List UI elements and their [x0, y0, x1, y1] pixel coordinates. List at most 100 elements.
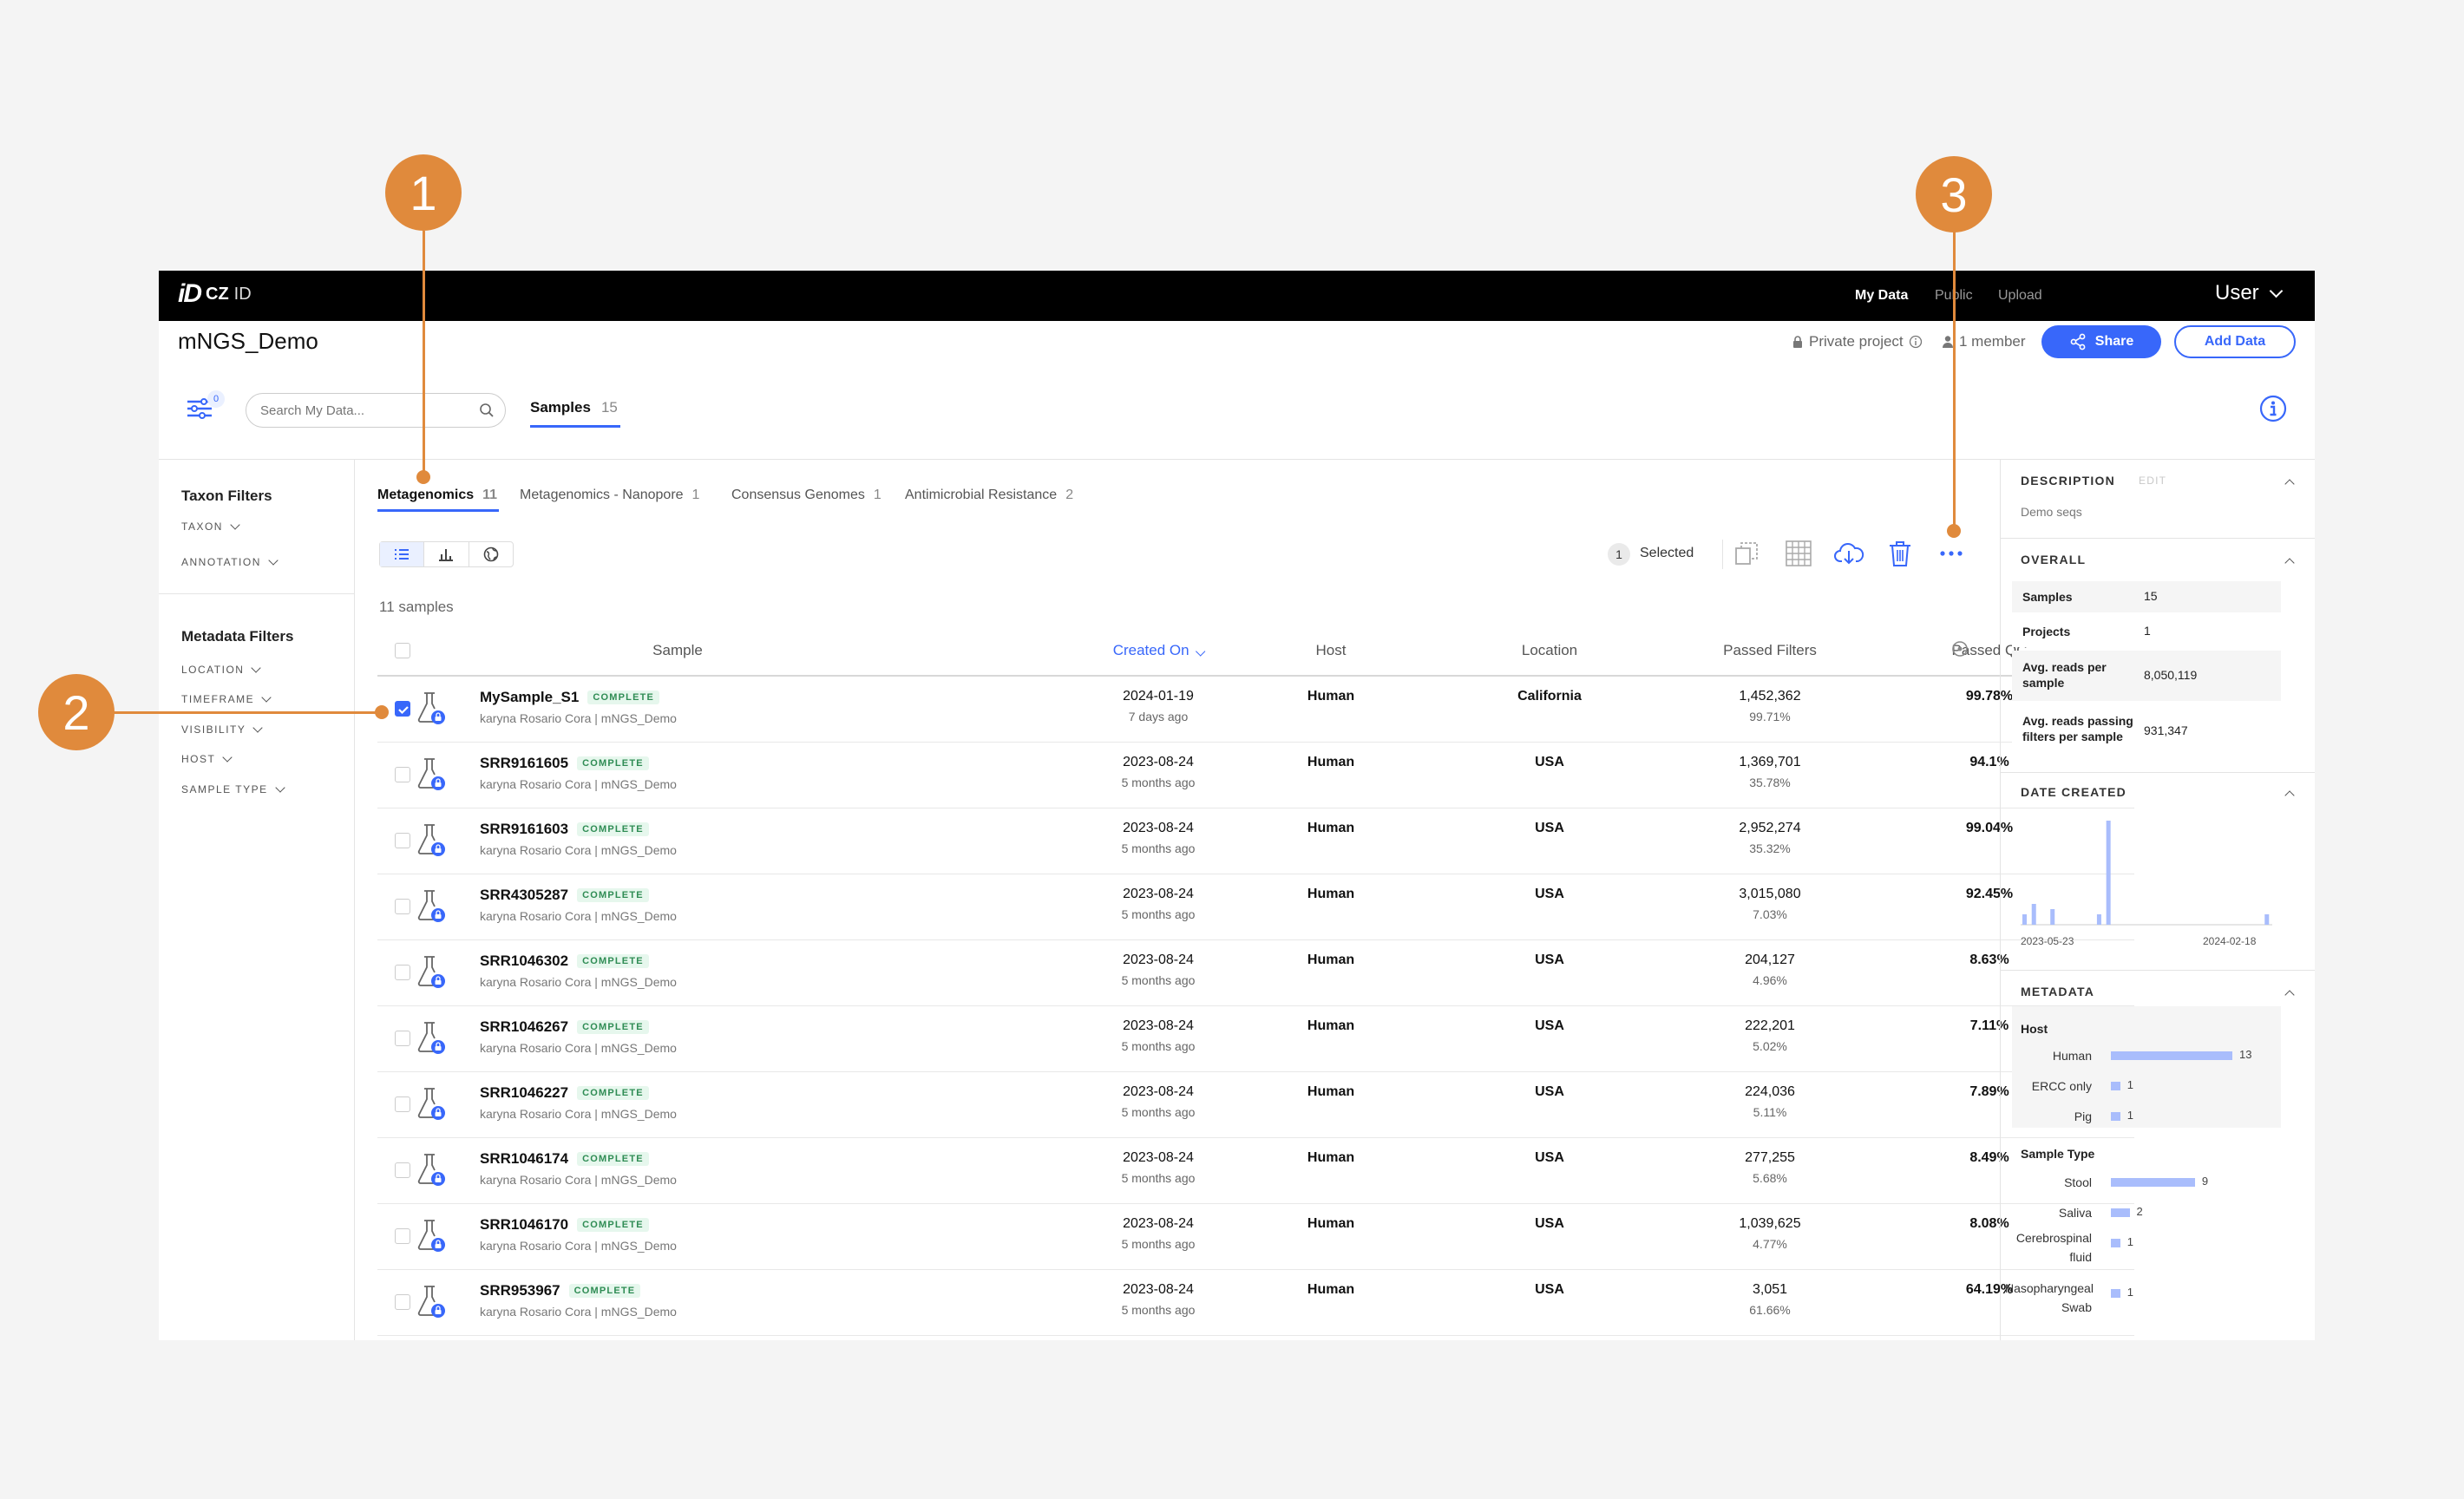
row-checkbox[interactable] [395, 833, 410, 848]
row-checkbox[interactable] [395, 899, 410, 914]
logo-id: ID [233, 284, 252, 304]
row-checkbox[interactable] [395, 767, 410, 782]
column-host[interactable]: Host [1316, 642, 1347, 659]
histogram-bar[interactable] [2264, 914, 2270, 925]
row-checkbox[interactable] [395, 1294, 410, 1310]
table-row[interactable]: SRR1046170 COMPLETE karyna Rosario Cora | … [377, 1204, 2134, 1270]
sample-name[interactable]: MySample_S1 COMPLETE [480, 689, 660, 706]
tab-metagenomics-nanopore[interactable]: Metagenomics - Nanopore 1 [520, 488, 699, 503]
info-icon[interactable] [1909, 335, 1923, 349]
search-input[interactable] [260, 403, 469, 418]
histogram-bar[interactable] [2050, 909, 2055, 925]
row-checkbox[interactable] [395, 1031, 410, 1046]
column-settings-icon[interactable] [1950, 639, 1969, 658]
nav-my-data[interactable]: My Data [1855, 288, 1908, 304]
tab-samples[interactable]: Samples 15 [530, 399, 618, 416]
chevron-up-icon[interactable] [2284, 558, 2295, 568]
info-circle-icon[interactable] [2258, 394, 2288, 423]
filter-taxon[interactable]: TAXON [181, 520, 240, 533]
created-ago: 5 months ago [1121, 907, 1196, 921]
download-cloud-icon[interactable] [1833, 538, 1864, 569]
metadata-bar[interactable] [2111, 1289, 2120, 1298]
host-value: Human [1307, 952, 1355, 967]
status-badge: COMPLETE [587, 691, 660, 704]
filter-location[interactable]: LOCATION [181, 663, 262, 676]
histogram-bar[interactable] [2096, 914, 2101, 925]
sample-name[interactable]: SRR1046174 COMPLETE [480, 1150, 649, 1168]
filter-timeframe-label: TIMEFRAME [181, 693, 255, 705]
status-badge: COMPLETE [577, 1020, 649, 1034]
sample-name[interactable]: SRR1046267 COMPLETE [480, 1018, 649, 1036]
histogram-bar[interactable] [2022, 914, 2027, 925]
share-button[interactable]: Share [2041, 325, 2161, 358]
filter-timeframe[interactable]: TIMEFRAME [181, 692, 272, 705]
filter-annotation-label: ANNOTATION [181, 556, 261, 568]
edit-description-link[interactable]: EDIT [2139, 475, 2166, 487]
tab-antimicrobial-resistance[interactable]: Antimicrobial Resistance 2 [905, 488, 1073, 503]
sample-name[interactable]: SRR9161603 COMPLETE [480, 821, 649, 838]
tab-metagenomics[interactable]: Metagenomics 11 [377, 488, 497, 503]
filter-visibility[interactable]: VISIBILITY [181, 723, 264, 736]
sample-name[interactable]: SRR9161605 COMPLETE [480, 755, 649, 772]
chevron-up-icon[interactable] [2284, 479, 2295, 489]
metadata-bar[interactable] [2111, 1112, 2120, 1121]
copy-icon[interactable] [1731, 538, 1762, 569]
metadata-bar[interactable] [2111, 1082, 2120, 1090]
column-sample[interactable]: Sample [652, 642, 703, 659]
more-options-icon[interactable] [1936, 538, 1967, 569]
sample-name[interactable]: SRR4305287 COMPLETE [480, 887, 649, 904]
chevron-down-icon [274, 782, 285, 793]
table-row[interactable]: SRR1046302 COMPLETE karyna Rosario Cora | … [377, 940, 2134, 1006]
column-passed-filters[interactable]: Passed Filters [1723, 642, 1817, 659]
filter-host[interactable]: HOST [181, 752, 233, 765]
chevron-up-icon[interactable] [2284, 790, 2295, 801]
tab-consensus-genomes[interactable]: Consensus Genomes 1 [731, 488, 881, 503]
metadata-bar[interactable] [2111, 1208, 2130, 1217]
chevron-up-icon[interactable] [2284, 990, 2295, 1000]
metadata-bar[interactable] [2111, 1178, 2195, 1187]
column-created-on[interactable]: Created On [1113, 642, 1205, 659]
table-row[interactable]: SRR953967 COMPLETE karyna Rosario Cora | m… [377, 1270, 2134, 1336]
czid-logo[interactable]: iD CZ ID [178, 279, 252, 309]
select-all-checkbox[interactable] [395, 643, 410, 658]
metadata-key: Saliva [2058, 1206, 2092, 1220]
row-checkbox[interactable] [395, 965, 410, 980]
row-checkbox[interactable] [395, 1096, 410, 1112]
search-field[interactable] [246, 393, 506, 428]
list-view-icon[interactable] [380, 542, 425, 566]
histogram-bar[interactable] [2031, 904, 2036, 925]
metadata-bar[interactable] [2111, 1051, 2232, 1060]
map-view-icon[interactable] [469, 542, 513, 566]
table-row[interactable]: SRR4305287 COMPLETE karyna Rosario Cora | … [377, 874, 2134, 940]
sample-name[interactable]: SRR1046227 COMPLETE [480, 1084, 649, 1102]
overall-projects: Projects 1 [2012, 616, 2281, 647]
table-row[interactable]: SRR1046227 COMPLETE karyna Rosario Cora | … [377, 1072, 2134, 1138]
nav-upload[interactable]: Upload [1998, 288, 2042, 304]
chart-view-icon[interactable] [424, 542, 469, 566]
metadata-key: Pig [2074, 1110, 2092, 1123]
trash-icon[interactable] [1884, 538, 1916, 569]
sample-name[interactable]: SRR1046302 COMPLETE [480, 952, 649, 970]
table-row[interactable]: SRR1046267 COMPLETE karyna Rosario Cora | … [377, 1006, 2134, 1072]
logo-cz: CZ [206, 284, 229, 304]
flask-icon [417, 956, 445, 988]
add-data-button[interactable]: Add Data [2174, 325, 2296, 358]
sample-name[interactable]: SRR953967 COMPLETE [480, 1282, 641, 1299]
filter-annotation[interactable]: ANNOTATION [181, 555, 279, 568]
heatmap-icon[interactable] [1783, 538, 1814, 569]
histogram-bar[interactable] [2106, 821, 2111, 925]
table-row[interactable]: SRR1046174 COMPLETE karyna Rosario Cora | … [377, 1138, 2134, 1204]
sample-name[interactable]: SRR1046170 COMPLETE [480, 1216, 649, 1234]
table-row[interactable]: MySample_S1 COMPLETE karyna Rosario Cora |… [377, 677, 2134, 743]
user-menu[interactable]: User [2215, 281, 2283, 305]
status-badge: COMPLETE [568, 1284, 641, 1298]
metadata-bar[interactable] [2111, 1239, 2120, 1247]
row-checkbox[interactable] [395, 1162, 410, 1178]
column-location[interactable]: Location [1522, 642, 1577, 659]
row-checkbox[interactable] [395, 1228, 410, 1244]
filter-sample-type[interactable]: SAMPLE TYPE [181, 782, 285, 795]
row-checkbox[interactable] [395, 701, 410, 717]
created-ago: 5 months ago [1121, 1105, 1196, 1119]
table-row[interactable]: SRR9161603 COMPLETE karyna Rosario Cora | … [377, 808, 2134, 874]
table-row[interactable]: SRR9161605 COMPLETE karyna Rosario Cora | … [377, 743, 2134, 808]
